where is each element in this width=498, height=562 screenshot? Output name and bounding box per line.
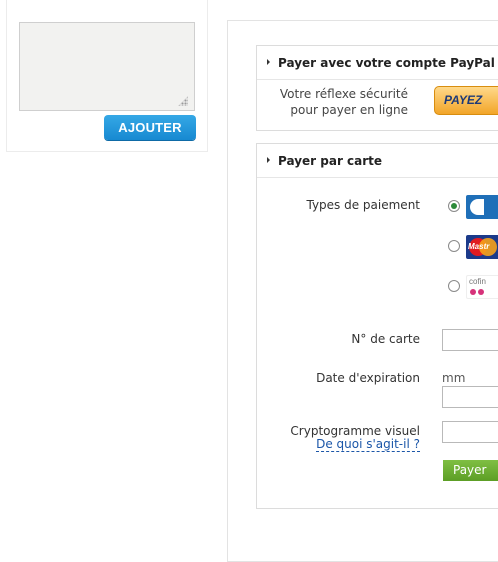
- payment-radio-cofinoga[interactable]: [448, 280, 460, 292]
- paypal-desc-line2: pour payer en ligne: [290, 103, 408, 117]
- comment-box: AJOUTER: [6, 0, 208, 152]
- card-section: Payer par carte Types de paiement Mastr …: [256, 143, 498, 509]
- payment-radio-mastercard[interactable]: [448, 240, 460, 252]
- expiry-label: Date d'expiration: [316, 371, 420, 385]
- cofinoga-logo-text: cofin: [469, 277, 486, 286]
- paypal-section-header[interactable]: Payer avec votre compte PayPal: [257, 46, 498, 80]
- comment-textarea[interactable]: [19, 22, 195, 111]
- paypal-section-title: Payer avec votre compte PayPal: [278, 56, 495, 70]
- mastercard-logo-text: Mastr: [468, 242, 490, 251]
- cb-card-icon[interactable]: [466, 195, 498, 219]
- paypal-section: Payer avec votre compte PayPal Votre réf…: [256, 45, 498, 131]
- payment-types-label: Types de paiement: [306, 198, 420, 212]
- cvv-input[interactable]: [442, 421, 498, 443]
- card-section-header[interactable]: Payer par carte: [257, 144, 498, 178]
- mastercard-icon[interactable]: Mastr: [466, 235, 498, 259]
- payment-panel: Payer avec votre compte PayPal Votre réf…: [227, 20, 498, 562]
- paypal-desc-line1: Votre réflexe sécurité: [279, 87, 408, 101]
- card-number-input[interactable]: [442, 329, 498, 351]
- paypal-description: Votre réflexe sécurité pour payer en lig…: [280, 86, 408, 118]
- expiry-month-hint: mm: [442, 371, 466, 385]
- payment-radio-cb[interactable]: [448, 200, 460, 212]
- expiry-month-input[interactable]: [442, 386, 498, 408]
- cvv-label: Cryptogramme visuel: [290, 424, 420, 438]
- card-section-title: Payer par carte: [278, 154, 383, 168]
- add-button[interactable]: AJOUTER: [104, 115, 196, 140]
- caret-right-icon: [267, 59, 270, 65]
- caret-right-icon: [267, 157, 270, 163]
- paypal-button[interactable]: PAYEZ: [434, 86, 498, 115]
- cofinoga-icon[interactable]: cofin: [466, 275, 498, 299]
- card-number-label: N° de carte: [351, 332, 420, 346]
- pay-button[interactable]: Payer: [443, 460, 498, 481]
- cvv-help-link[interactable]: De quoi s'agit-il ?: [316, 438, 420, 452]
